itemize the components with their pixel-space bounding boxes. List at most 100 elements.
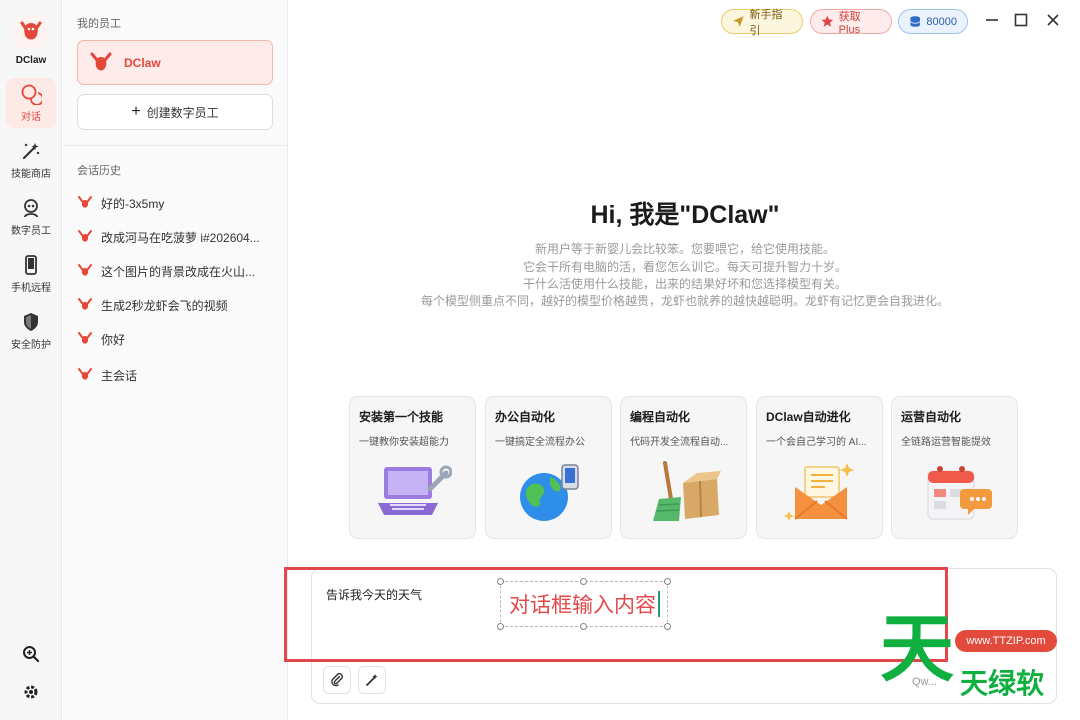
chat-icon [21,84,42,105]
lobster-icon [78,298,92,310]
history-item-label: 改成河马在吃菠萝 i#202604... [101,230,260,245]
history-item-label: 生成2秒龙虾会飞的视频 [101,298,228,313]
watermark-text: 天绿软 [960,667,1045,700]
star-icon [821,15,834,27]
paperclip-icon [331,673,343,687]
employee-name: DClaw [124,55,161,70]
employee-card-dclaw[interactable]: DClaw [77,40,273,85]
gear-icon[interactable] [20,681,42,703]
annotation-label: 对话框输入内容 [500,581,668,627]
resize-handle [664,578,671,585]
sidebar: 我的员工 DClaw + 创建数字员工 会话历史 好的-3x5my 改成河马在吃… [63,0,288,720]
skill-card-evolution[interactable]: DClaw自动进化 一个会自己学习的 AI... [756,396,883,539]
card-title: 运营自动化 [901,410,962,424]
history-item[interactable]: 这个图片的背景改成在火山... [77,259,277,283]
history-item-label: 主会话 [101,368,138,383]
skill-card-office[interactable]: 办公自动化 一键搞定全流程办公 [485,396,612,539]
rail-item-phone-remote[interactable]: 手机远程 [6,249,56,299]
lobster-icon [78,368,92,380]
magic-wand-icon [22,143,40,160]
lobster-icon [78,230,92,242]
coin-stack-icon [910,16,921,27]
coin-amount: 80000 [926,15,957,28]
rail-item-digital-staff[interactable]: 数字员工 [6,192,56,242]
card-subtitle: 一键搞定全流程办公 [495,437,585,448]
resize-handle [664,623,671,630]
card-subtitle: 全链路运营智能提效 [901,437,991,448]
attach-button[interactable] [323,666,351,694]
laptop-wrench-icon [378,465,452,515]
watermark-logo: 天 [880,606,954,692]
card-title: 安装第一个技能 [359,410,444,424]
rail-item-label: 对话 [21,112,41,123]
hero-line: 它会干所有电脑的活，看您怎么训它。每天可提升智力十岁。 [522,260,847,274]
create-employee-button[interactable]: + 创建数字员工 [77,94,273,130]
get-plus-label: 获取Plus [838,10,861,36]
text-cursor [658,591,660,617]
divider [63,145,288,146]
plus-icon: + [131,103,141,120]
employees-section-title: 我的员工 [77,18,121,30]
lobster-icon [78,264,92,276]
broom-box-icon [653,461,721,521]
card-title: 编程自动化 [630,410,691,424]
globe-phone-icon [520,464,579,521]
lobster-icon [78,332,92,344]
phone-icon [25,255,37,275]
annotation-text: 对话框输入内容 [509,593,656,617]
skill-card-operations[interactable]: 运营自动化 全链路运营智能提效 [891,396,1018,539]
hero-line: 干什么活使用什么技能，出来的结果好坏和您选择模型有关。 [522,277,847,291]
rail-item-chat[interactable]: 对话 [6,78,56,128]
skill-card-install[interactable]: 安装第一个技能 一键教你安装超能力 [349,396,476,539]
rail-item-label: 技能商店 [11,169,51,180]
hero-line: 新用户等于新婴儿会比较笨。您要喂它，给它使用技能。 [534,242,835,256]
icon-rail: DClaw 对话 技能商店 数字员工 手机远程 安全防护 [0,0,62,720]
card-subtitle: 一键教你安装超能力 [359,437,449,448]
minimize-icon[interactable] [983,11,1001,29]
watermark-url: www.TTZIP.com [955,630,1057,652]
history-item[interactable]: 改成河马在吃菠萝 i#202604... [77,225,277,249]
coin-balance[interactable]: 80000 [898,9,968,34]
resize-handle [580,623,587,630]
magic-button[interactable] [358,666,386,694]
history-item[interactable]: 你好 [77,327,277,351]
history-item[interactable]: 生成2秒龙虾会飞的视频 [77,293,277,317]
history-item-label: 你好 [101,332,126,347]
shield-icon [24,313,38,331]
card-title: DClaw自动进化 [766,410,851,424]
history-item-label: 好的-3x5my [101,196,165,211]
rail-item-label: 数字员工 [11,226,51,237]
history-item[interactable]: 主会话 [77,363,277,387]
close-icon[interactable] [1044,11,1062,29]
maximize-icon[interactable] [1012,11,1030,29]
hero-line: 每个模型侧重点不同，越好的模型价格越贵，龙虾也就养的越快越聪明。龙虾有记忆更会自… [420,294,949,308]
history-item-label: 这个图片的背景改成在火山... [101,264,256,279]
card-subtitle: 代码开发全流程自动... [630,437,729,448]
resize-handle [497,578,504,585]
history-section-title: 会话历史 [77,165,121,177]
app-name: DClaw [15,55,47,66]
rail-item-security[interactable]: 安全防护 [6,306,56,356]
guide-button[interactable]: 新手指引 [721,9,803,37]
magic-wand-icon [366,674,378,686]
skill-card-coding[interactable]: 编程自动化 代码开发全流程自动... [620,396,747,539]
robot-icon [24,199,38,218]
rail-item-label: 手机远程 [11,283,51,294]
envelope-icon [784,463,854,521]
get-plus-button[interactable]: 获取Plus [810,9,892,36]
dclaw-logo-icon[interactable] [13,14,49,50]
rail-item-label: 安全防护 [11,340,51,351]
resize-handle [580,578,587,585]
create-employee-label: 创建数字员工 [146,105,219,120]
zoom-search-icon[interactable] [20,643,42,665]
guide-label: 新手指引 [749,8,783,37]
rail-item-skill-store[interactable]: 技能商店 [6,135,56,185]
lobster-avatar-icon [90,52,112,70]
lobster-icon [78,196,92,208]
history-item[interactable]: 好的-3x5my [77,191,277,215]
resize-handle [497,623,504,630]
hero-title: Hi, 我是"DClaw" [590,201,780,229]
paper-plane-icon [732,16,744,27]
card-title: 办公自动化 [495,410,556,424]
card-subtitle: 一个会自己学习的 AI... [766,437,867,448]
